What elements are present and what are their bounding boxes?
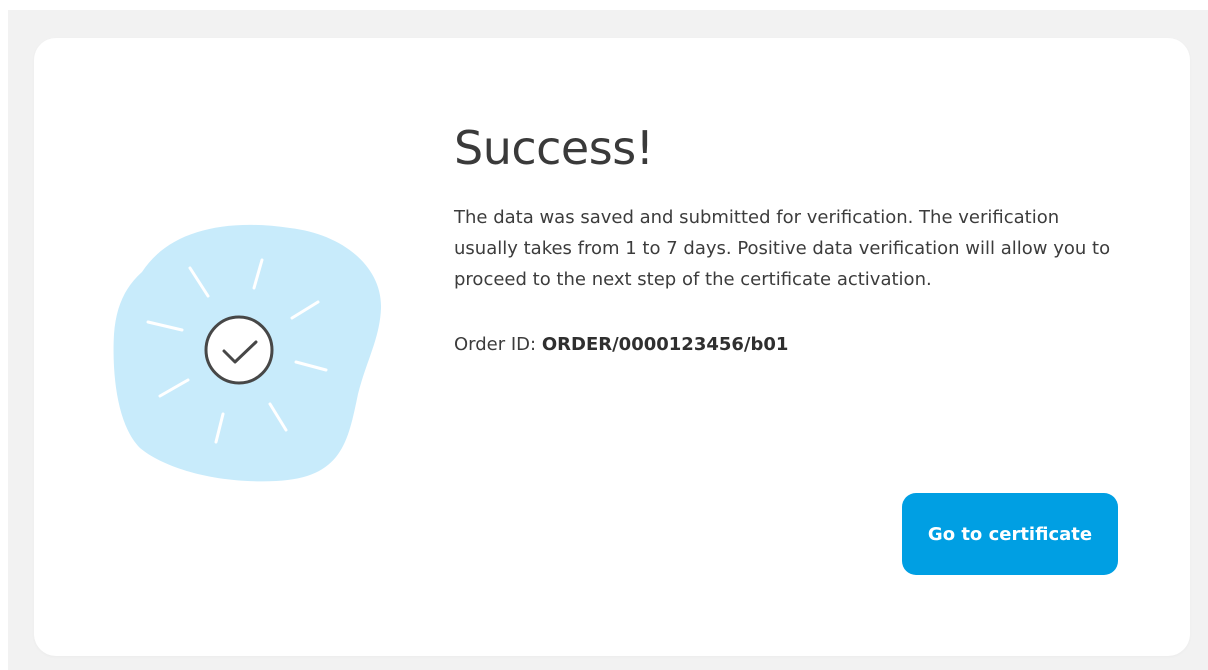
check-circle-icon [204, 315, 274, 385]
order-id-label: Order ID: [454, 334, 537, 355]
success-illustration [113, 224, 382, 482]
page-title: Success! [454, 121, 654, 175]
order-id-value: ORDER/0000123456/b01 [541, 334, 789, 355]
verification-message: The data was saved and submitted for ver… [454, 207, 1111, 290]
order-id-line: Order ID: ORDER/0000123456/b01 [454, 331, 1134, 359]
success-content: Success! The data was saved and submitte… [454, 120, 1134, 359]
go-to-certificate-button[interactable]: Go to certificate [902, 493, 1118, 575]
